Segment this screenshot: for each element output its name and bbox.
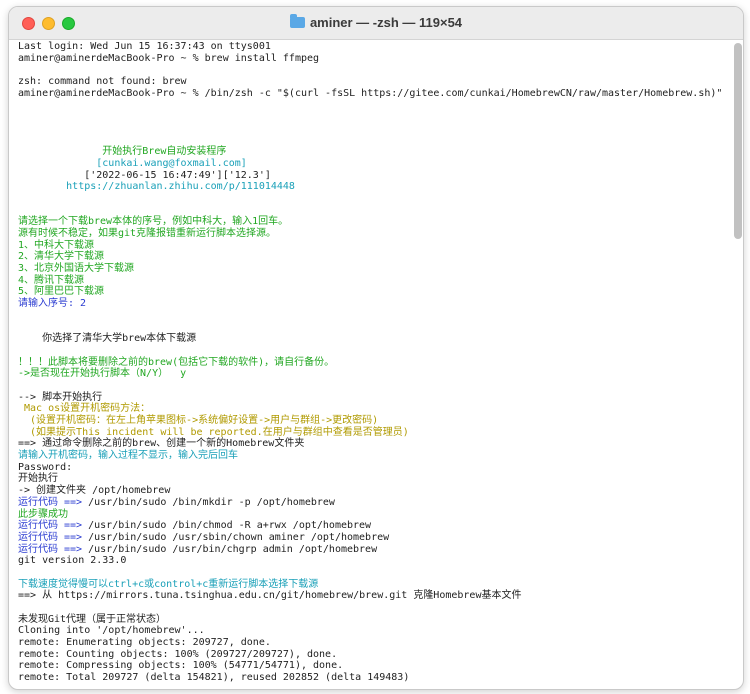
terminal-line: https://zhuanlan.zhihu.com/p/111014448 (18, 181, 295, 193)
terminal-line: 运行代码 ==> /usr/bin/sudo /usr/sbin/chown a… (18, 531, 390, 543)
terminal-line: 此步骤成功 (18, 508, 68, 520)
terminal-line: (设置开机密码：在左上角苹果图标->系统偏好设置->用户与群组->更改密码) (18, 415, 379, 426)
window-title: aminer — -zsh — 119×54 (9, 14, 743, 30)
terminal-line: 开始执行Brew自动安装程序 (18, 146, 227, 158)
terminal-line: -> 创建文件夹 /opt/homebrew (18, 485, 171, 497)
terminal-line: 5、阿里巴巴下载源 (18, 286, 105, 298)
terminal-line: [cunkai.wang@foxmail.com] (18, 157, 247, 169)
terminal-line: Password: (18, 461, 73, 473)
terminal-line: ->是否现在开始执行脚本（N/Y） y (18, 368, 187, 380)
terminal-line: remote: Counting objects: 100% (209727/2… (18, 648, 338, 660)
terminal-window: aminer — -zsh — 119×54 Last login: Wed J… (8, 6, 744, 690)
terminal-line: 2、清华大学下载源 (18, 251, 105, 263)
terminal-line: 运行代码 ==> /usr/bin/sudo /bin/chmod -R a+r… (18, 520, 372, 532)
terminal-line: 3、北京外国语大学下载源 (18, 263, 135, 275)
terminal-line: 请输入开机密码，输入过程不显示，输入完后回车 (18, 450, 238, 462)
terminal-line: 请选择一个下载brew本体的序号，例如中科大，输入1回车。 (18, 216, 289, 228)
terminal-line: ['2022-06-15 16:47:49']['12.3'] (18, 169, 271, 181)
terminal-line: 4、腾讯下载源 (18, 274, 85, 286)
terminal-line: 1、中科大下载源 (18, 239, 95, 251)
terminal-line: Last login: Wed Jun 15 16:37:43 on ttys0… (18, 41, 271, 52)
title-bar: aminer — -zsh — 119×54 (9, 7, 743, 40)
terminal-line: --> 脚本开始执行 (18, 391, 103, 403)
folder-icon (289, 14, 305, 28)
terminal-line: ==> 从 https://mirrors.tuna.tsinghua.edu.… (18, 590, 522, 602)
terminal-output[interactable]: Last login: Wed Jun 15 16:37:43 on ttys0… (9, 40, 731, 689)
terminal-line: 开始执行 (18, 473, 58, 485)
terminal-line: aminer@aminerdeMacBook-Pro ~ % brew inst… (18, 52, 320, 64)
terminal-line: 运行代码 ==> /usr/bin/sudo /bin/mkdir -p /op… (18, 496, 335, 508)
terminal-line: aminer@aminerdeMacBook-Pro ~ % /bin/zsh … (18, 87, 723, 99)
terminal-line: ==> 通过命令删除之前的brew、创建一个新的Homebrew文件夹 (18, 438, 305, 450)
terminal-line: remote: Enumerating objects: 209727, don… (18, 637, 271, 649)
terminal-line: remote: Compressing objects: 100% (54771… (18, 660, 344, 672)
terminal-line: Mac os设置开机密码方法： (18, 403, 151, 415)
terminal-line: 你选择了清华大学brew本体下载源 (18, 333, 197, 345)
terminal-line: git version 2.33.0 (18, 555, 127, 567)
terminal-line: 未发现Git代理（属于正常状态） (18, 613, 167, 625)
terminal-line: 请输入序号: 2 (18, 298, 87, 310)
terminal-line: 下载速度觉得慢可以ctrl+c或control+c重新运行脚本选择下载源 (18, 578, 319, 590)
terminal-line: (如果提示This incident will be reported.在用户与… (18, 426, 409, 438)
terminal-line: remote: Total 209727 (delta 154821), reu… (18, 672, 410, 684)
terminal-line: 源有时候不稳定，如果git克隆报错重新运行脚本选择源。 (18, 228, 277, 239)
window-title-text: aminer — -zsh — 119×54 (309, 15, 463, 30)
terminal-line: Cloning into '/opt/homebrew'... (18, 625, 205, 637)
vertical-scrollbar[interactable] (734, 43, 742, 239)
terminal-line: 运行代码 ==> /usr/bin/sudo /usr/bin/chgrp ad… (18, 543, 378, 555)
terminal-line: ！！！此脚本将要删除之前的brew(包括它下载的软件)，请自行备份。 (18, 356, 335, 368)
terminal-line: zsh: command not found: brew (18, 76, 187, 88)
